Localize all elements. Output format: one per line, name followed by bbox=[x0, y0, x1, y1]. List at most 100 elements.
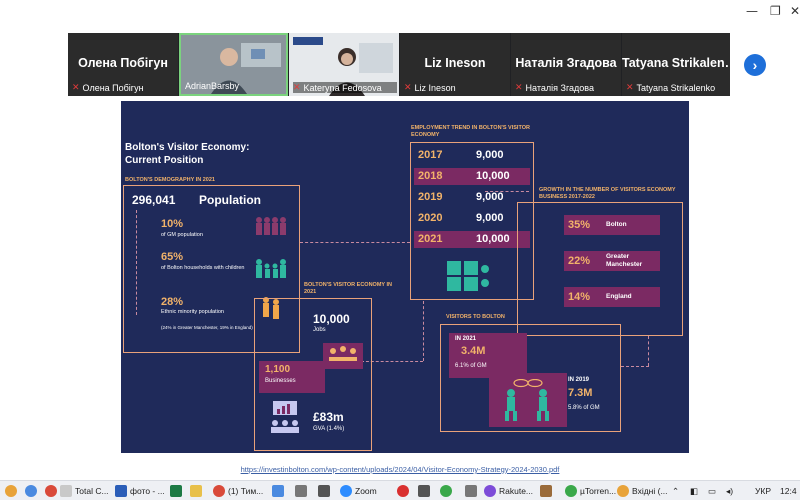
excel-icon[interactable] bbox=[170, 483, 182, 499]
growth-value: 14% bbox=[568, 291, 591, 303]
participant-video-tile[interactable]: ✕ Kateryna Fedosova bbox=[289, 33, 399, 96]
chrome-icon[interactable] bbox=[5, 483, 17, 499]
visitors-2021-sub: 6.1% of GM bbox=[455, 363, 487, 369]
visitors-2019-label: IN 2019 bbox=[568, 377, 590, 383]
app-icon[interactable] bbox=[295, 483, 307, 499]
app-icon[interactable] bbox=[272, 483, 284, 499]
participant-tile[interactable]: Tatyana Strikalen… ✕ Tatyana Strikalenko bbox=[622, 33, 730, 96]
stat-label: Ethnic minority population bbox=[161, 309, 224, 315]
demography-header: BOLTON'S DEMOGRAPHY IN 2021 bbox=[125, 177, 215, 183]
close-icon[interactable]: ✕ bbox=[790, 4, 800, 18]
presentation-icon bbox=[271, 401, 299, 433]
chrome-icon[interactable] bbox=[45, 483, 57, 499]
stat-value: 10% bbox=[161, 218, 184, 230]
slide-title: Bolton's Visitor Economy: bbox=[125, 142, 250, 153]
employment-row: 2020 9,000 bbox=[414, 210, 530, 227]
language-indicator[interactable]: УКР bbox=[755, 483, 771, 499]
meeting-icon bbox=[323, 343, 363, 369]
employment-year: 2019 bbox=[418, 191, 443, 203]
chrome-icon bbox=[213, 485, 225, 497]
participant-label: Олена Побігун bbox=[82, 82, 144, 93]
taskbar-item-zoom[interactable]: Zoom bbox=[340, 483, 377, 499]
business-label: Businesses bbox=[265, 378, 296, 384]
taskbar: Total C... фото - ... (1) Тим... Zoom Ra… bbox=[0, 480, 800, 500]
growth-label: England bbox=[606, 293, 632, 300]
employment-year: 2020 bbox=[418, 212, 443, 224]
people-group-icon bbox=[256, 217, 286, 235]
business-value: 1,100 bbox=[265, 364, 291, 375]
gva-label: GVA (1.4%) bbox=[313, 426, 345, 432]
slide-subtitle: Current Position bbox=[125, 155, 204, 166]
growth-label: Greater Manchester bbox=[606, 253, 643, 268]
visitors-2021-tile: IN 2021 3.4M 6.1% of GM bbox=[449, 333, 527, 378]
visitors-2021-label: IN 2021 bbox=[455, 336, 477, 342]
visitor-economy-header: BOLTON'S VISITOR ECONOMY IN 2021 bbox=[304, 282, 392, 295]
taskbar-item-teams[interactable]: (1) Тим... bbox=[213, 483, 263, 499]
participant-tile[interactable]: Liz Ineson ✕ Liz Ineson bbox=[400, 33, 510, 96]
taskbar-item-utorrent[interactable]: µTorren... bbox=[565, 483, 616, 499]
participant-tile[interactable]: Олена Побігун ✕ Олена Побігун bbox=[68, 33, 178, 96]
visitors-illustration-tile bbox=[489, 373, 567, 427]
app-icon[interactable] bbox=[418, 483, 430, 499]
employment-year: 2018 bbox=[418, 170, 443, 182]
participant-name: Наталія Згадова bbox=[515, 56, 617, 70]
employment-value: 10,000 bbox=[476, 233, 510, 245]
next-participants-button[interactable]: › bbox=[744, 54, 766, 76]
visitors-header: VISITORS TO BOLTON bbox=[446, 314, 505, 320]
app-icon[interactable] bbox=[440, 483, 452, 499]
business-tile: 1,100 Businesses bbox=[259, 361, 325, 393]
employment-value: 9,000 bbox=[476, 191, 504, 203]
stat-label: of GM population bbox=[161, 232, 203, 238]
employment-value: 10,000 bbox=[476, 170, 510, 182]
growth-label: Bolton bbox=[606, 221, 627, 228]
visitors-2019-value: 7.3M bbox=[568, 387, 593, 399]
participant-label: Tatyana Strikalenko bbox=[636, 82, 716, 93]
participant-video-tile[interactable]: AdrianBarsby bbox=[179, 33, 288, 96]
population-label: Population bbox=[199, 193, 261, 207]
battery-icon[interactable]: ▭ bbox=[708, 483, 716, 499]
app-icon[interactable] bbox=[540, 483, 552, 499]
taskbar-item-word[interactable]: фото - ... bbox=[115, 483, 165, 499]
stat-value: 65% bbox=[161, 251, 184, 263]
volume-icon[interactable]: ◂) bbox=[726, 483, 733, 499]
chrome-icon[interactable] bbox=[25, 483, 37, 499]
stat-label: of Bolton households with children bbox=[161, 265, 245, 271]
taskbar-item-rakuten[interactable]: Rakute... bbox=[484, 483, 533, 499]
employment-year: 2021 bbox=[418, 233, 443, 245]
shared-slide: Bolton's Visitor Economy: Current Positi… bbox=[121, 101, 689, 453]
taskbar-item-inbox[interactable]: Вхідні (... bbox=[617, 483, 668, 499]
employment-value: 9,000 bbox=[476, 212, 504, 224]
app-icon[interactable] bbox=[397, 483, 409, 499]
utorrent-icon bbox=[565, 485, 577, 497]
mic-muted-icon: ✕ bbox=[626, 82, 634, 92]
growth-row: 35% Bolton bbox=[564, 215, 660, 235]
participant-label: Kateryna Fedosova bbox=[303, 82, 382, 93]
taskbar-item-total-commander[interactable]: Total C... bbox=[60, 483, 109, 499]
participant-strip: Олена Побігун ✕ Олена Побігун AdrianBarsb… bbox=[68, 33, 730, 96]
participant-label: AdrianBarsby bbox=[185, 81, 240, 91]
mic-muted-icon: ✕ bbox=[293, 82, 301, 92]
zoom-icon bbox=[340, 485, 352, 497]
employment-value: 9,000 bbox=[476, 149, 504, 161]
viber-icon bbox=[484, 485, 496, 497]
growth-value: 35% bbox=[568, 219, 591, 231]
participant-label: Liz Ineson bbox=[414, 82, 456, 93]
network-icon[interactable]: ◧ bbox=[690, 483, 698, 499]
employment-row: 2019 9,000 bbox=[414, 189, 530, 206]
mic-muted-icon: ✕ bbox=[72, 82, 80, 92]
participant-tile[interactable]: Наталія Згадова ✕ Наталія Згадова bbox=[511, 33, 621, 96]
growth-value: 22% bbox=[568, 255, 591, 267]
file-explorer-icon[interactable] bbox=[190, 483, 202, 499]
employment-row: 2018 10,000 bbox=[414, 168, 530, 185]
app-icon[interactable] bbox=[465, 483, 477, 499]
visitors-2021-value: 3.4M bbox=[461, 345, 486, 357]
chevron-right-icon: › bbox=[752, 57, 758, 73]
restore-icon[interactable]: ❐ bbox=[770, 4, 781, 18]
minimize-icon[interactable]: — bbox=[746, 4, 758, 18]
mic-muted-icon: ✕ bbox=[404, 82, 412, 92]
camera-icon[interactable] bbox=[318, 483, 330, 499]
chevron-up-icon[interactable]: ⌃ bbox=[672, 483, 679, 499]
participant-name: Liz Ineson bbox=[424, 56, 486, 70]
clock[interactable]: 12:4 bbox=[780, 483, 797, 499]
source-link[interactable]: https://investinbolton.com/wp-content/up… bbox=[0, 465, 800, 474]
